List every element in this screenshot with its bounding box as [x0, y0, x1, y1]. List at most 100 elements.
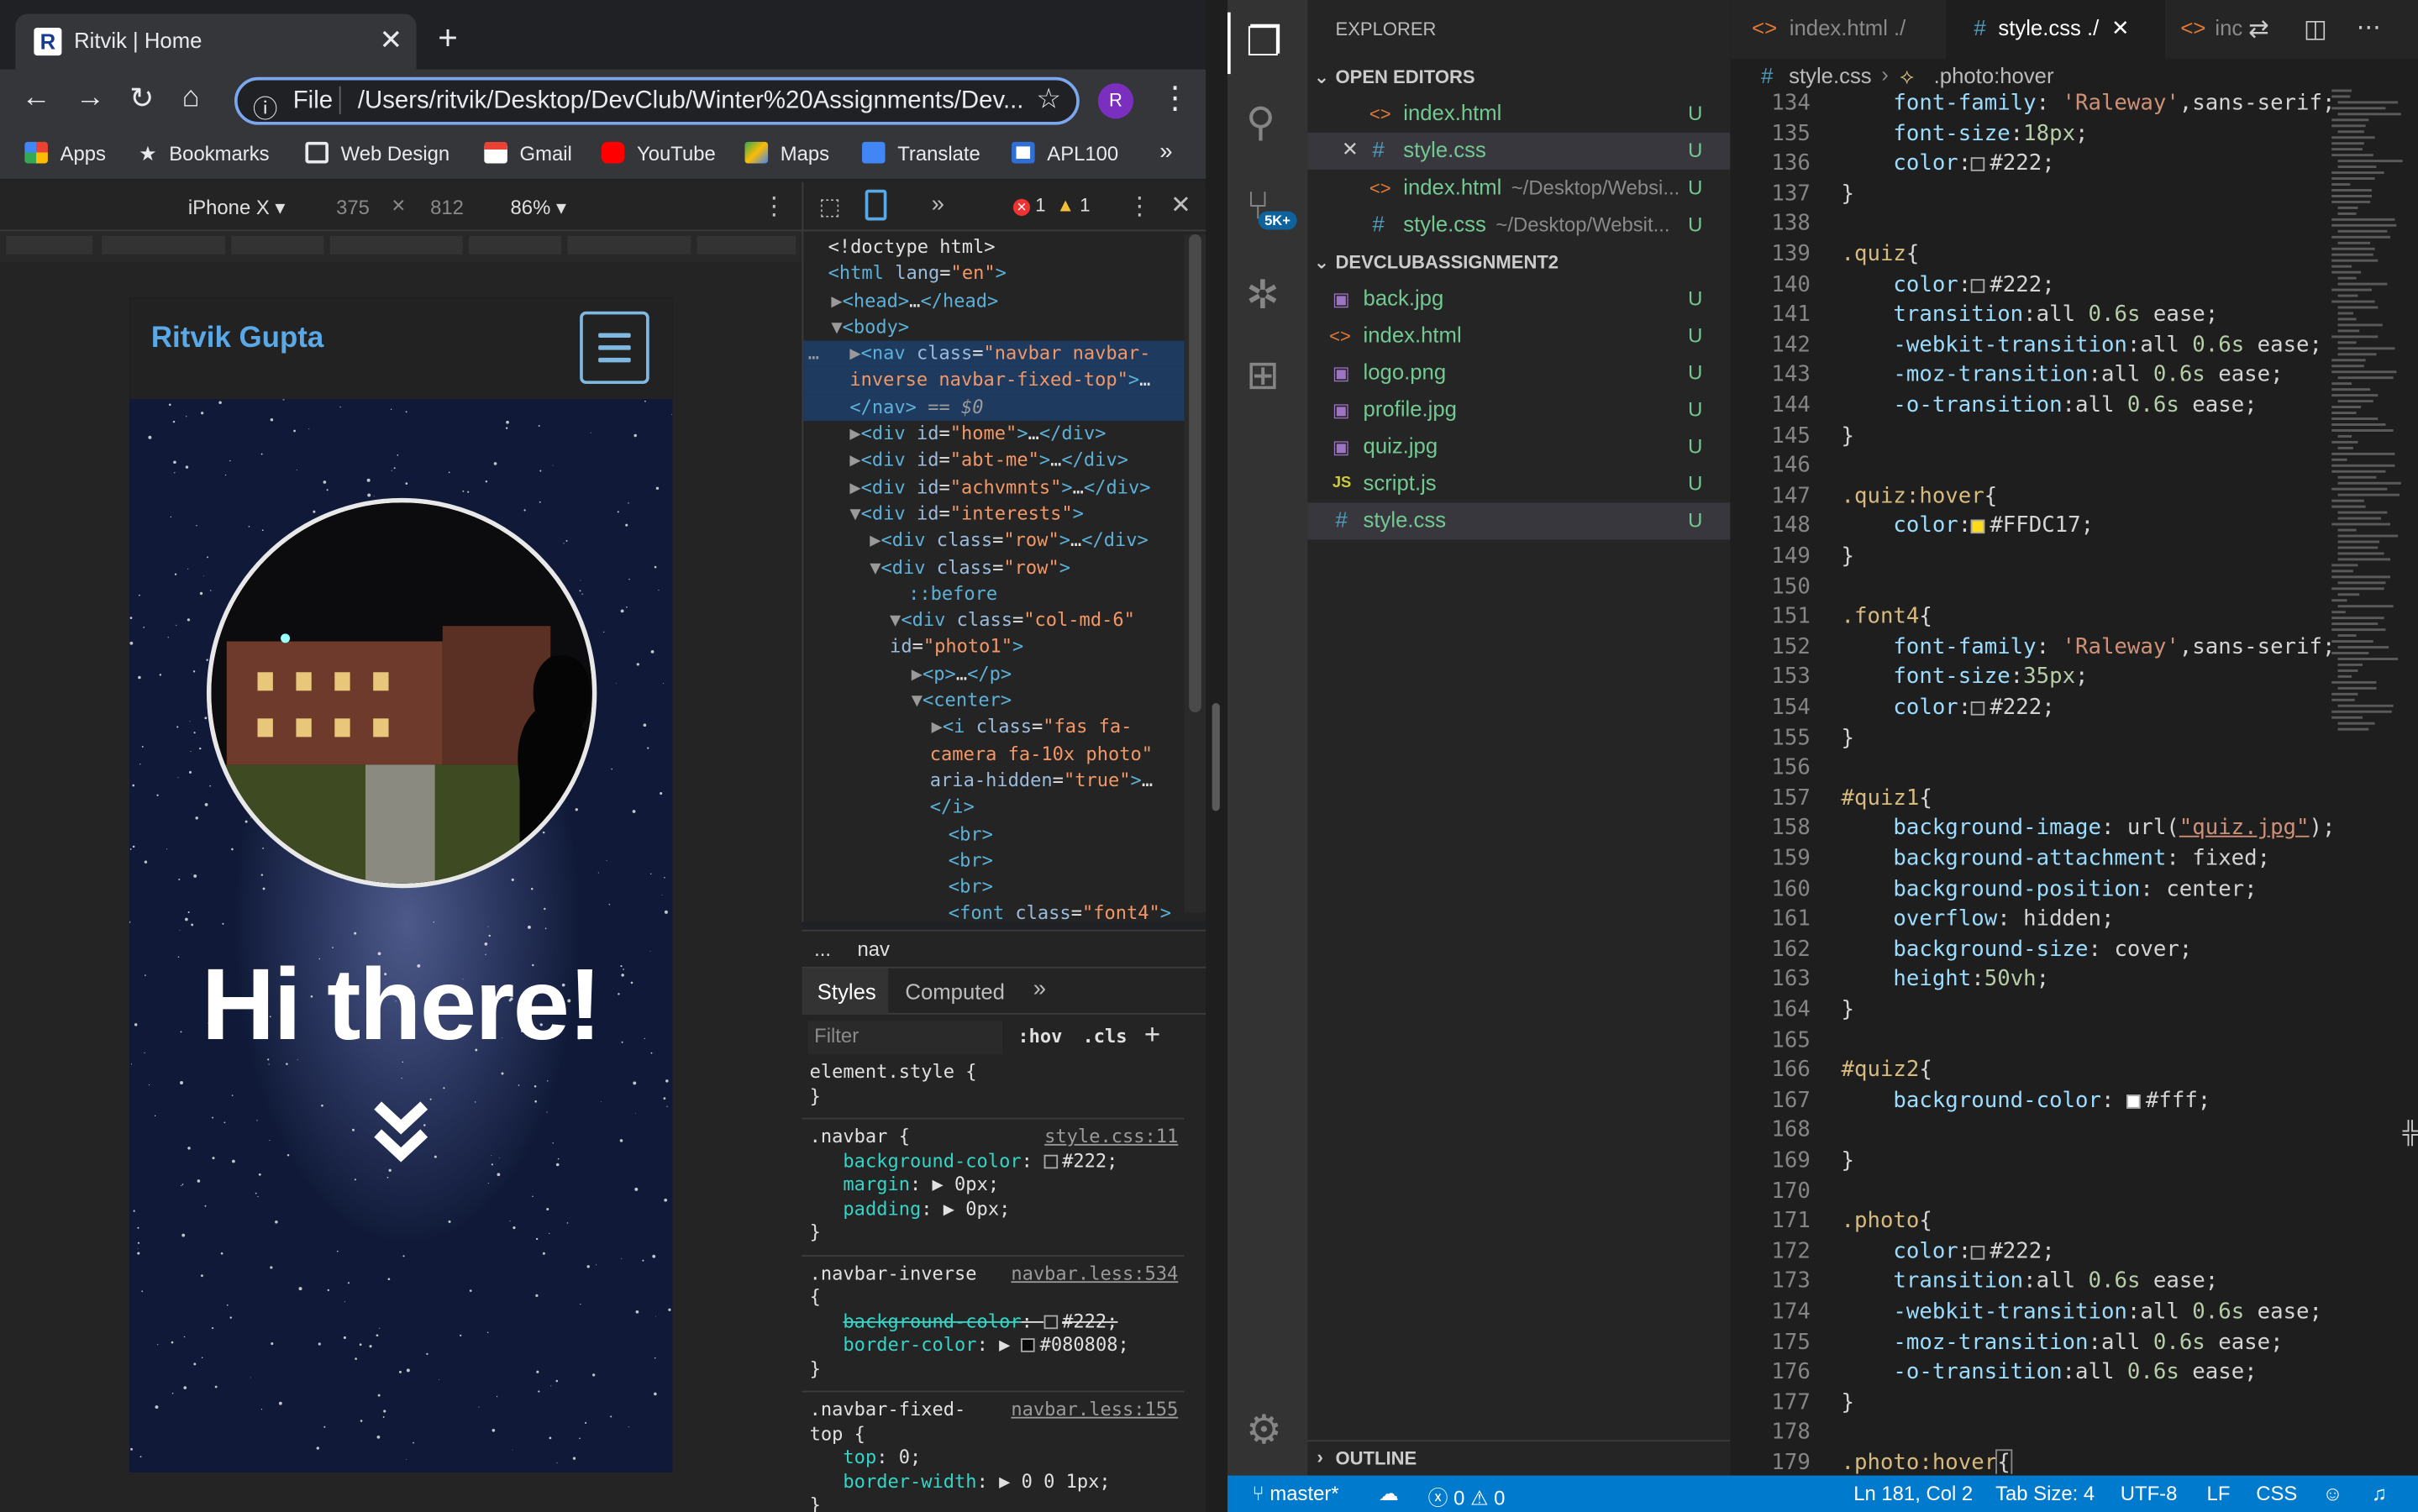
devtools-menu-icon[interactable]: ⋮: [1128, 192, 1152, 223]
info-icon[interactable]: ⓘ: [253, 88, 277, 125]
bookmark-youtube[interactable]: YouTube: [601, 141, 716, 165]
new-style-rule-icon[interactable]: +: [1144, 1019, 1160, 1052]
branch-indicator[interactable]: ⑂ master*: [1252, 1482, 1338, 1505]
language-mode[interactable]: CSS: [2256, 1482, 2297, 1505]
compare-changes-icon[interactable]: ⇄: [2248, 14, 2269, 45]
dom-node-cont[interactable]: aria-hidden="true">…: [803, 768, 1185, 795]
style-rule-navbar-inverse[interactable]: .navbar-inverse navbar.less:534 { backgro…: [802, 1262, 1184, 1381]
open-editor-item[interactable]: <> index.html ~/Desktop/Websi... U: [1307, 170, 1730, 207]
tab-computed[interactable]: Computed: [905, 979, 1005, 1004]
ruler-segment[interactable]: [102, 235, 225, 255]
style-rule-navbar[interactable]: .navbar {style.css:11 background-color: …: [802, 1126, 1184, 1245]
new-tab-icon[interactable]: +: [438, 18, 458, 59]
close-tab-icon[interactable]: ✕: [2111, 15, 2130, 39]
browser-tab[interactable]: R Ritvik | Home ✕: [15, 13, 417, 70]
tab-styles[interactable]: Styles: [802, 968, 889, 1015]
cls-toggle[interactable]: .cls: [1082, 1026, 1127, 1047]
dom-node[interactable]: <font class="font4">: [803, 901, 1185, 928]
device-toggle-icon[interactable]: [865, 189, 887, 221]
dom-node-cont[interactable]: </i>: [803, 795, 1185, 822]
editor-tab-index-html[interactable]: <> index.html ./: [1730, 0, 1946, 59]
url-text[interactable]: /Users/ritvik/Desktop/DevClub/Winter%20A…: [358, 88, 1024, 116]
breadcrumb-item[interactable]: nav: [858, 937, 890, 961]
problems-indicator[interactable]: ⓧ 0 ⚠ 0: [1428, 1482, 1506, 1511]
scrollbar-thumb[interactable]: [1189, 234, 1201, 712]
more-bookmarks-icon[interactable]: »: [1159, 139, 1172, 165]
breadcrumb-dots[interactable]: ...: [814, 937, 831, 961]
dom-node[interactable]: <br>: [803, 821, 1185, 848]
explorer-icon[interactable]: ❐: [1246, 18, 1282, 66]
editor-tab-style-css[interactable]: # style.css ./ ✕: [1946, 0, 2165, 59]
open-editor-item[interactable]: # style.css ~/Desktop/Websit... U: [1307, 207, 1730, 244]
dom-node[interactable]: ▶<i class="fas fa-: [803, 714, 1185, 741]
viewport-width[interactable]: 375: [336, 196, 370, 219]
bookmark-star-icon[interactable]: ☆: [1036, 83, 1061, 116]
outline-header[interactable]: › OUTLINE: [1307, 1440, 1731, 1475]
extensions-icon[interactable]: ⊞: [1246, 351, 1280, 399]
device-more-icon[interactable]: ⋮: [762, 192, 786, 223]
file-item[interactable]: ▣ profile.jpg U: [1307, 391, 1730, 428]
ruler-segment[interactable]: [6, 235, 93, 255]
dom-node[interactable]: <!doctype html>: [803, 234, 1185, 261]
dom-node-selected[interactable]: … ▶<nav class="navbar navbar-: [803, 340, 1186, 368]
ruler-segment[interactable]: [329, 235, 463, 255]
breadcrumb-symbol[interactable]: .photo:hover: [1934, 63, 2054, 87]
zoom-select[interactable]: 86% ▾: [511, 196, 566, 220]
ruler-segment[interactable]: [696, 235, 796, 255]
dom-node[interactable]: <html lang="en">: [803, 261, 1185, 288]
ruler-segment[interactable]: [231, 235, 324, 255]
home-icon[interactable]: ⌂: [182, 81, 200, 115]
dom-node[interactable]: ▶<div class="row">…</div>: [803, 528, 1185, 554]
file-item[interactable]: ▣ logo.png U: [1307, 354, 1730, 391]
bookmark-web-design[interactable]: Web Design: [305, 141, 449, 165]
open-editors-header[interactable]: ⌄ OPEN EDITORS: [1307, 61, 1730, 95]
inspect-element-icon[interactable]: ⬚: [819, 192, 841, 220]
editor-tab-inc[interactable]: <> inc: [2165, 0, 2242, 59]
bookmark-bookmarks[interactable]: ★ Bookmarks: [139, 142, 269, 166]
viewport-height[interactable]: 812: [430, 196, 464, 219]
file-item[interactable]: <> index.html U: [1307, 318, 1730, 354]
dom-node[interactable]: ▼<center>: [803, 688, 1185, 715]
split-handle[interactable]: [1212, 702, 1220, 811]
more-actions-icon[interactable]: ⋯: [2357, 13, 2381, 44]
more-panels-icon[interactable]: »: [932, 192, 944, 218]
chrome-menu-icon[interactable]: ⋮: [1159, 79, 1191, 118]
dom-node[interactable]: <br>: [803, 848, 1185, 874]
dom-node-cont[interactable]: camera fa-10x photo": [803, 741, 1185, 768]
reload-icon[interactable]: ↻: [129, 81, 154, 117]
search-icon[interactable]: ⚲: [1246, 98, 1275, 146]
close-editor-icon[interactable]: ✕: [1342, 137, 1359, 161]
style-rule-navbar-fixed-top[interactable]: .navbar-fixed-navbar.less:155 top { top:…: [802, 1399, 1184, 1512]
dom-node[interactable]: ▶<div id="home">…</div>: [803, 421, 1185, 448]
ruler-segment[interactable]: [468, 235, 562, 255]
close-tab-icon[interactable]: ✕: [380, 24, 403, 57]
dom-node[interactable]: ▶<head>…</head>: [803, 287, 1185, 314]
bookmark-gmail[interactable]: Gmail: [484, 141, 572, 165]
close-devtools-icon[interactable]: ✕: [1170, 190, 1191, 221]
more-style-tabs-icon[interactable]: »: [1033, 976, 1046, 1002]
styles-filter-input[interactable]: Filter: [807, 1021, 1003, 1055]
dom-node[interactable]: <br>: [803, 874, 1185, 901]
bookmark-translate[interactable]: Translate: [862, 141, 980, 165]
sync-icon[interactable]: ☁: [1379, 1482, 1399, 1506]
dom-node-cont[interactable]: id="photo1">: [803, 634, 1185, 661]
notifications-bell-icon[interactable]: ♫: [2372, 1482, 2387, 1505]
ruler-segment[interactable]: [567, 235, 691, 255]
dom-node[interactable]: ▼<div id="interests">: [803, 501, 1185, 528]
encoding[interactable]: UTF-8: [2121, 1482, 2178, 1505]
tab-size[interactable]: Tab Size: 4: [1995, 1482, 2095, 1505]
device-select[interactable]: iPhone X ▾: [188, 196, 285, 220]
warning-count[interactable]: ▲ 1: [1056, 194, 1090, 216]
open-editor-item[interactable]: <> index.html U: [1307, 96, 1730, 133]
hov-toggle[interactable]: :hov: [1017, 1026, 1062, 1047]
dom-node-selected-end[interactable]: </nav> == $0: [803, 394, 1186, 422]
cursor-position[interactable]: Ln 181, Col 2: [1853, 1482, 1973, 1505]
folder-header[interactable]: ⌄ DEVCLUBASSIGNMENT2: [1307, 247, 1730, 281]
dom-node[interactable]: ::before: [803, 581, 1185, 608]
address-bar[interactable]: ⓘ File /Users/ritvik/Desktop/DevClub/Win…: [234, 76, 1080, 125]
feedback-smiley-icon[interactable]: ☺: [2322, 1482, 2342, 1505]
dom-node[interactable]: ▼<div class="row">: [803, 554, 1185, 581]
chevron-double-down-icon[interactable]: [373, 1100, 428, 1168]
file-item[interactable]: JS script.js U: [1307, 465, 1730, 502]
breadcrumb-file[interactable]: style.css: [1789, 63, 1872, 87]
